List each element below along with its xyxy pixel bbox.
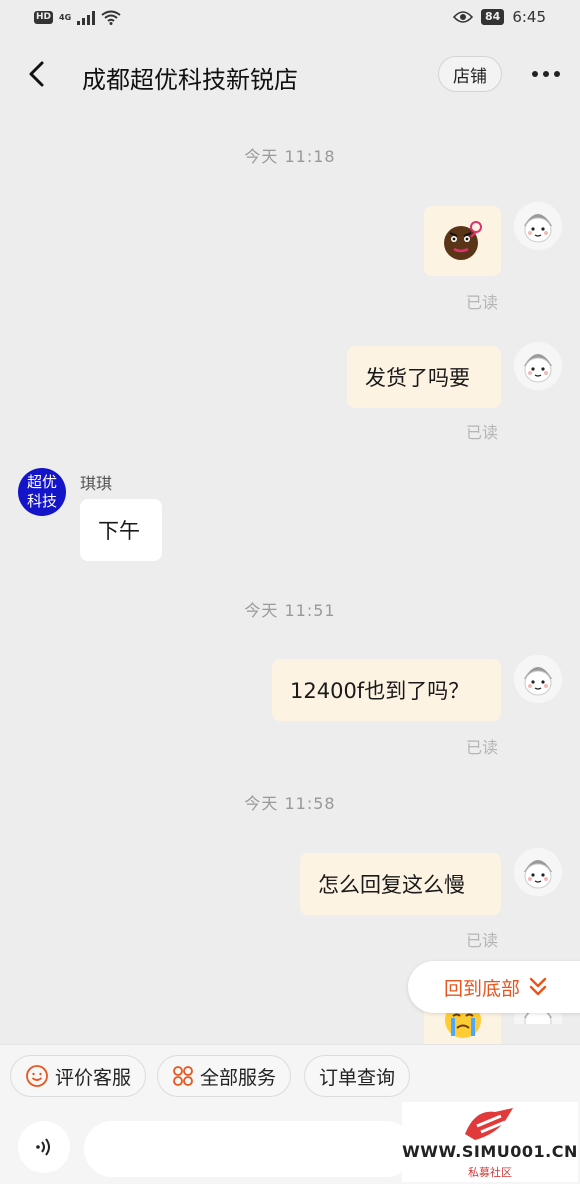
smiley-icon <box>26 1065 48 1087</box>
watermark-site: WWW.SIMU001.CN <box>402 1142 578 1161</box>
time-separator: 今天 11:51 <box>244 601 336 620</box>
time-separator: 今天 11:18 <box>244 147 336 166</box>
battery-icon: 84 <box>481 9 505 25</box>
user-avatar[interactable] <box>514 342 562 390</box>
watermark-logo: WWW.SIMU001.CN 私募社区 <box>402 1102 578 1182</box>
message-bubble[interactable]: 发货了吗要 <box>347 346 501 408</box>
user-avatar-icon <box>514 655 562 703</box>
user-avatar[interactable] <box>514 655 562 703</box>
more-button[interactable] <box>526 58 566 90</box>
order-query-label: 订单查询 <box>319 1066 396 1089</box>
read-status: 已读 <box>466 931 499 950</box>
logo-icon <box>465 1108 513 1140</box>
user-avatar-icon <box>514 342 562 390</box>
message-input[interactable] <box>84 1121 414 1177</box>
watermark-subtitle: 私募社区 <box>468 1166 512 1179</box>
shop-button[interactable]: 店铺 <box>438 56 502 92</box>
nav-bar: 成都超优科技新锐店 店铺 <box>0 36 580 114</box>
status-time: 6:45 <box>512 8 546 26</box>
message-bubble[interactable]: 12400f也到了吗？ <box>272 659 501 721</box>
wifi-icon <box>101 10 121 25</box>
back-to-bottom-button[interactable]: 回到底部 <box>408 961 580 1013</box>
shop-avatar-text: 超优 科技 <box>26 473 57 510</box>
message-bubble[interactable]: 下午 <box>80 499 162 561</box>
back-to-bottom-label: 回到底部 <box>444 977 521 1000</box>
rate-service-button[interactable]: 评价客服 <box>10 1055 147 1097</box>
user-avatar[interactable] <box>514 202 562 250</box>
status-bar: HD 4G 84 6:45 <box>0 0 580 36</box>
more-dot-icon <box>543 71 549 77</box>
all-services-button[interactable]: 全部服务 <box>157 1055 292 1097</box>
network-type: 4G <box>59 12 72 22</box>
sticker-emoji-icon <box>443 221 482 260</box>
more-dot-icon <box>532 71 538 77</box>
signal-icon <box>77 10 96 25</box>
status-right: 84 6:45 <box>453 8 546 26</box>
read-status: 已读 <box>466 738 499 757</box>
page-title: 成都超优科技新锐店 <box>82 66 298 94</box>
user-avatar-icon <box>514 202 562 250</box>
message-bubble[interactable]: 怎么回复这么慢 <box>300 853 501 915</box>
all-services-label: 全部服务 <box>200 1066 277 1089</box>
more-dot-icon <box>554 71 560 77</box>
sticker-message[interactable] <box>424 206 501 276</box>
read-status: 已读 <box>466 423 499 442</box>
hd-badge: HD <box>34 11 54 24</box>
chevron-left-icon <box>29 61 44 87</box>
order-query-button[interactable]: 订单查询 <box>304 1055 411 1097</box>
rate-service-label: 评价客服 <box>55 1066 132 1089</box>
voice-icon <box>36 1138 50 1156</box>
status-left: HD 4G <box>34 10 121 25</box>
sender-name: 琪琪 <box>80 474 113 493</box>
double-chevron-down-icon <box>529 977 547 996</box>
user-avatar-icon <box>514 848 562 896</box>
grid-icon <box>173 1066 193 1086</box>
time-separator: 今天 11:58 <box>244 794 336 813</box>
voice-button[interactable] <box>18 1121 70 1173</box>
eye-icon <box>453 11 473 23</box>
user-avatar[interactable] <box>514 848 562 896</box>
read-status: 已读 <box>466 293 499 312</box>
shop-avatar[interactable]: 超优 科技 <box>18 468 66 516</box>
back-button[interactable] <box>18 56 54 92</box>
